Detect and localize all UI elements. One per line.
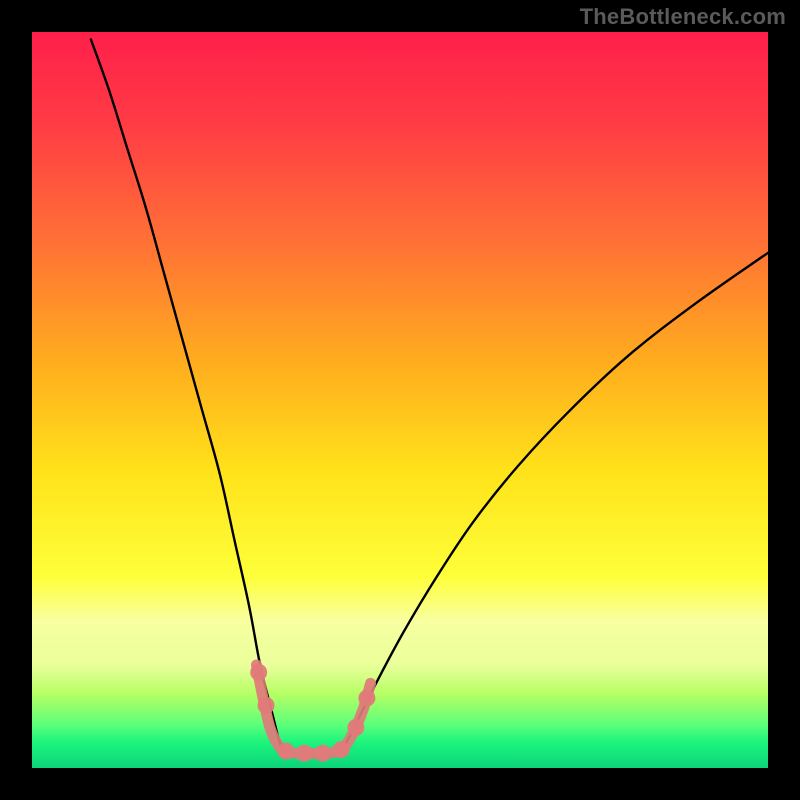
chart-stage: TheBottleneck.com <box>0 0 800 800</box>
highlight-marker <box>314 745 331 762</box>
highlight-marker <box>296 745 313 762</box>
highlight-marker <box>258 697 275 714</box>
highlight-marker <box>250 664 267 681</box>
chart-svg <box>0 0 800 800</box>
highlight-marker <box>333 741 350 758</box>
highlight-marker <box>277 743 294 760</box>
plot-background <box>32 32 768 768</box>
highlight-marker <box>358 690 375 707</box>
watermark-text: TheBottleneck.com <box>580 4 786 30</box>
highlight-marker <box>347 719 364 736</box>
